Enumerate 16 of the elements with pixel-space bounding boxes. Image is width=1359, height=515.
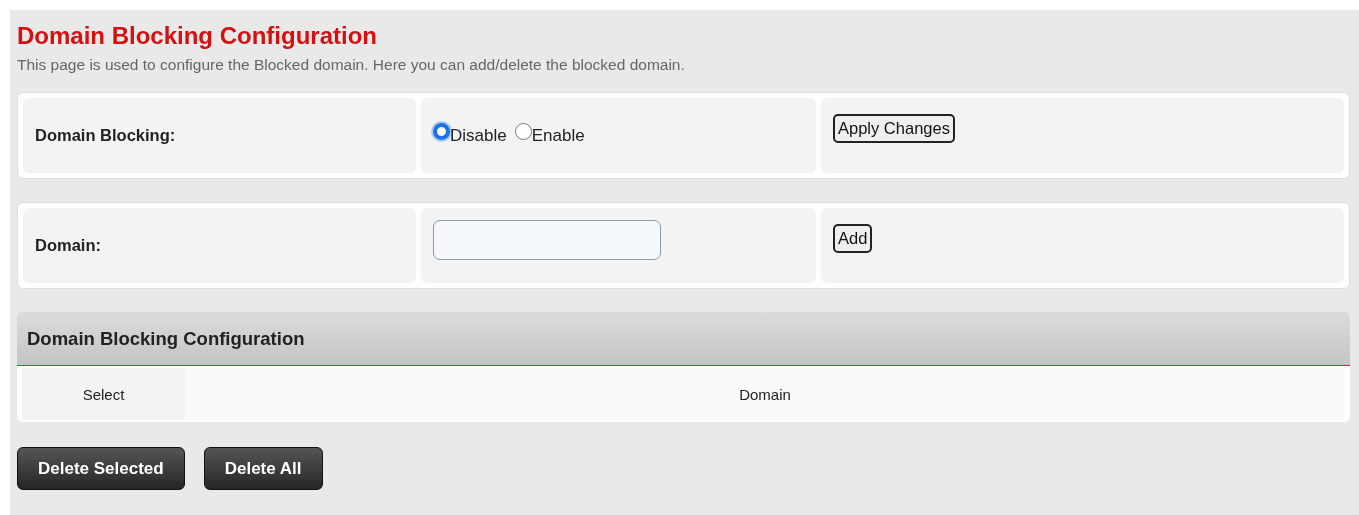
radio-label: Enable [531, 125, 585, 146]
radio-label: Disable [450, 125, 507, 146]
column-header: Select [22, 368, 185, 420]
delete-button[interactable]: Delete Selected [17, 447, 185, 490]
radio-button[interactable] [514, 123, 532, 140]
page-description: This page is used to configure the Blocked domain. Here you can add/delete the blocked domain. [17, 56, 686, 74]
radio-button[interactable] [433, 123, 450, 140]
add-button[interactable]: Add [833, 224, 873, 253]
page-title: Domain Blocking Configuration [17, 22, 378, 50]
column-header: Domain [185, 368, 1345, 420]
delete-button[interactable]: Delete All [203, 447, 323, 490]
field-label: Domain: [35, 236, 101, 255]
table-header: Domain Blocking Configuration [17, 312, 1350, 366]
field-label: Domain Blocking: [35, 126, 176, 145]
apply-button[interactable]: Apply Changes [833, 114, 955, 143]
domain-input-field[interactable] [433, 219, 661, 260]
